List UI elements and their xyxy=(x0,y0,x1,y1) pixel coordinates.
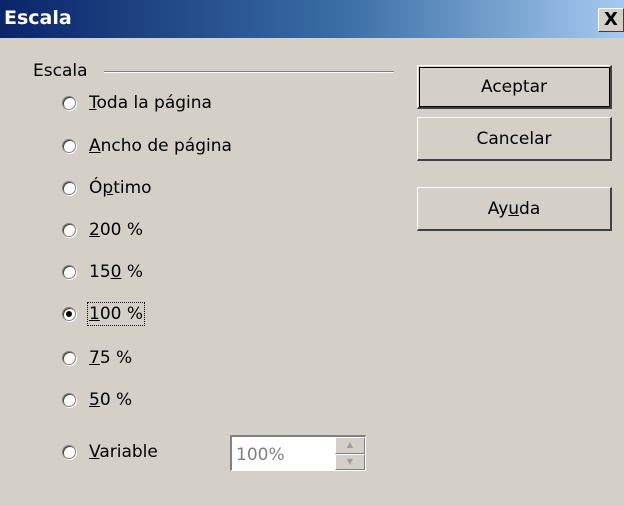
option-variable[interactable]: Variable xyxy=(62,439,158,465)
option-label: 75 % xyxy=(89,348,133,368)
option-label: 100 % xyxy=(86,302,146,326)
spin-up-icon[interactable]: ▲ xyxy=(335,437,365,454)
option-label: 50 % xyxy=(89,390,133,410)
radio-button[interactable] xyxy=(62,351,76,365)
option-label: 200 % xyxy=(89,220,144,240)
spin-buttons: ▲ ▼ xyxy=(335,437,365,470)
close-button[interactable]: X xyxy=(598,8,624,32)
option-150[interactable]: 150 % xyxy=(62,259,143,285)
option-toda-la-pagina[interactable]: Toda la página xyxy=(62,90,212,116)
title-bar: Escala X xyxy=(0,0,624,38)
group-divider xyxy=(104,71,394,73)
radio-button[interactable] xyxy=(62,139,76,153)
radio-button[interactable] xyxy=(62,445,76,459)
option-label: Toda la página xyxy=(89,93,212,113)
option-label: 150 % xyxy=(89,262,144,282)
cancel-button[interactable]: Cancelar xyxy=(417,117,612,161)
option-50[interactable]: 50 % xyxy=(62,387,132,413)
variable-spin-field[interactable]: 100% ▲ ▼ xyxy=(230,435,366,471)
option-label: Variable xyxy=(89,442,158,462)
help-button[interactable]: Ay u da xyxy=(417,187,612,231)
option-optimo[interactable]: Óptimo xyxy=(62,175,152,201)
option-label: Óptimo xyxy=(89,178,152,198)
radio-button[interactable] xyxy=(62,96,76,110)
group-label: Escala xyxy=(33,61,92,81)
window-title: Escala xyxy=(4,7,72,29)
variable-value: 100% xyxy=(236,445,285,465)
accept-button[interactable]: Aceptar xyxy=(417,65,612,109)
radio-button[interactable] xyxy=(62,223,76,237)
option-200[interactable]: 200 % xyxy=(62,217,143,243)
option-label: Ancho de página xyxy=(89,136,232,156)
radio-button[interactable] xyxy=(62,265,76,279)
option-75[interactable]: 75 % xyxy=(62,345,132,371)
spin-down-icon[interactable]: ▼ xyxy=(335,453,365,470)
radio-button[interactable] xyxy=(62,393,76,407)
radio-button-selected[interactable] xyxy=(62,307,76,321)
radio-button[interactable] xyxy=(62,181,76,195)
option-ancho-de-pagina[interactable]: Ancho de página xyxy=(62,133,232,159)
option-100[interactable]: 100 % xyxy=(62,301,146,327)
